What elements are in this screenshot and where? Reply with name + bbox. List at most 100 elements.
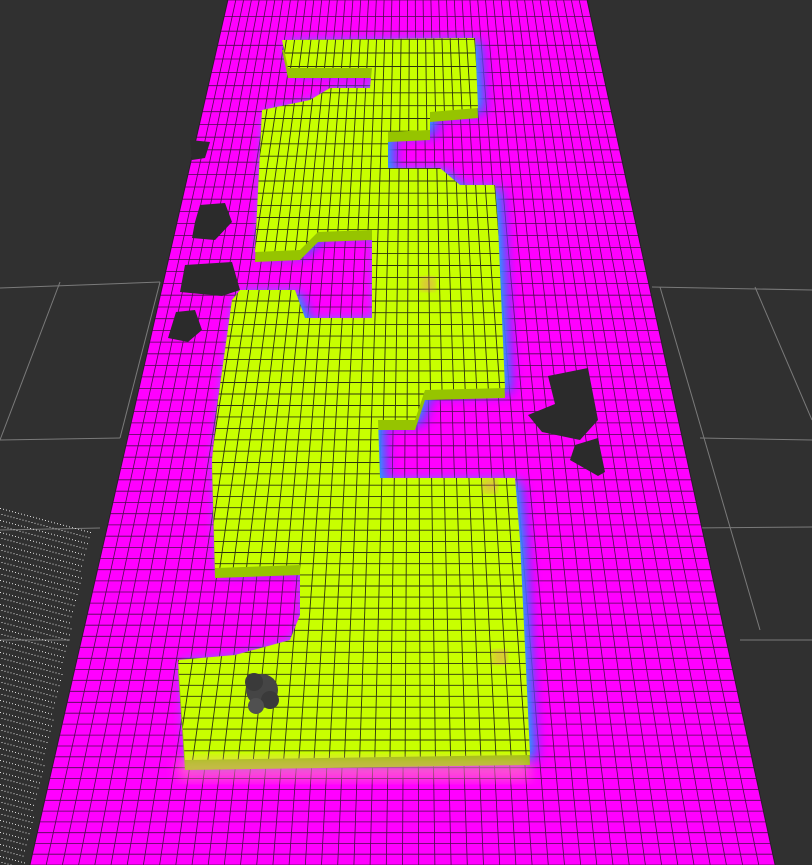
cloud-point (64, 530, 66, 532)
cloud-point (13, 541, 15, 543)
cloud-point (10, 768, 12, 770)
cloud-point (21, 693, 22, 695)
cloud-point (1, 754, 3, 755)
cloud-point (39, 674, 40, 676)
cloud-point (55, 624, 57, 626)
cloud-point (10, 696, 12, 698)
cloud-point (3, 688, 4, 690)
cloud-point (45, 640, 46, 641)
cloud-point (37, 763, 39, 765)
cloud-point (28, 593, 30, 595)
cloud-point (19, 578, 21, 580)
cloud-point (31, 654, 33, 655)
cloud-point (9, 714, 10, 716)
cloud-point (3, 784, 4, 786)
cloud-point (69, 634, 70, 636)
robot-part (245, 673, 263, 691)
cloud-point (37, 595, 39, 597)
cloud-point (27, 671, 28, 673)
cloud-point (22, 651, 24, 653)
cloud-point (58, 649, 60, 651)
cloud-point (79, 582, 81, 584)
cloud-point (25, 520, 27, 522)
cloud-point (51, 653, 52, 655)
cloud-point (39, 578, 40, 580)
cloud-point (45, 532, 46, 533)
cloud-point (6, 653, 7, 655)
cloud-point (57, 523, 58, 525)
cloud-point (0, 712, 1, 713)
cloud-point (55, 648, 57, 650)
cloud-point (22, 795, 24, 797)
cloud-point (27, 779, 28, 781)
cloud-point (9, 798, 10, 800)
cloud-point (7, 599, 9, 601)
cloud-point (46, 586, 48, 587)
cloud-point (1, 598, 3, 599)
cloud-point (64, 590, 66, 592)
cloud-point (18, 836, 19, 838)
cloud-point (40, 668, 42, 670)
cloud-point (9, 546, 10, 548)
cloud-point (39, 518, 40, 520)
cloud-point (25, 820, 27, 822)
cloud-point (69, 526, 70, 528)
cloud-point (4, 550, 6, 552)
cloud-point (6, 773, 7, 775)
cloud-point (22, 783, 24, 785)
cloud-point (13, 613, 15, 615)
cloud-point (31, 558, 33, 559)
cloud-point (36, 577, 37, 579)
cloud-point (10, 648, 12, 650)
grid-line (0, 437, 121, 441)
cloud-point (34, 630, 36, 632)
cloud-point (10, 852, 12, 854)
cloud-point (64, 566, 66, 568)
cloud-point (28, 677, 30, 679)
cloud-point (27, 623, 28, 625)
costmap-scene[interactable] (0, 0, 812, 865)
cloud-point (31, 726, 33, 727)
cloud-point (27, 551, 28, 553)
cloud-point (69, 586, 70, 588)
cloud-point (63, 548, 64, 550)
cloud-point (3, 832, 4, 834)
cloud-point (12, 799, 13, 801)
cloud-point (15, 524, 16, 525)
cloud-point (54, 534, 55, 536)
cloud-point (49, 634, 51, 636)
cloud-point (37, 535, 39, 537)
cloud-point (18, 536, 19, 538)
cloud-point (61, 650, 63, 651)
cloud-point (34, 654, 36, 656)
cloud-point (43, 693, 45, 695)
cloud-point (40, 584, 42, 586)
cloud-point (31, 546, 33, 547)
cloud-point (9, 606, 10, 608)
cloud-point (61, 566, 63, 567)
cloud-point (22, 531, 24, 533)
cloud-point (10, 840, 12, 842)
cloud-point (33, 744, 34, 746)
cloud-point (12, 559, 13, 561)
cloud-point (75, 528, 76, 529)
cloud-point (67, 591, 69, 593)
cloud-point (49, 694, 51, 696)
cloud-point (7, 515, 9, 517)
cloud-point (4, 634, 6, 636)
cloud-point (9, 570, 10, 572)
cloud-point (18, 644, 19, 646)
cloud-point (3, 700, 4, 702)
cloud-point (45, 664, 46, 665)
cloud-point (6, 617, 7, 619)
grid-line (699, 437, 812, 441)
cloud-point (21, 597, 22, 599)
cloud-point (46, 670, 48, 671)
cloud-point (37, 775, 39, 777)
3d-viewport[interactable] (0, 0, 812, 865)
cloud-point (0, 724, 1, 725)
cloud-point (46, 610, 48, 611)
cloud-point (40, 704, 42, 706)
cloud-point (24, 586, 25, 588)
cloud-point (24, 622, 25, 624)
